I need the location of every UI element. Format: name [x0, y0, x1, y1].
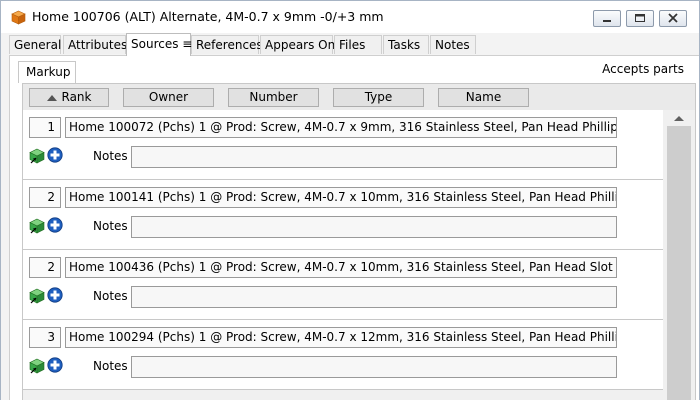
- column-header-rank[interactable]: Rank: [29, 88, 109, 107]
- vertical-scrollbar[interactable]: [663, 110, 695, 400]
- accepts-parts-label: Accepts parts: [602, 62, 684, 76]
- rank-field[interactable]: 1: [29, 117, 61, 138]
- green-cube-icon[interactable]: [29, 218, 45, 234]
- maximize-button[interactable]: [626, 10, 654, 27]
- minimize-button[interactable]: [593, 10, 621, 27]
- column-header-owner[interactable]: Owner: [123, 88, 214, 107]
- scrollbar-thumb[interactable]: [667, 126, 691, 400]
- notes-field[interactable]: [131, 286, 617, 308]
- notes-label: Notes: [93, 149, 128, 163]
- source-description[interactable]: Home 100072 (Pchs) 1 @ Prod: Screw, 4M-0…: [65, 117, 617, 138]
- source-row: 3 Home 100294 (Pchs) 1 @ Prod: Screw, 4M…: [23, 320, 663, 390]
- tab-appears-on[interactable]: Appears On: [260, 35, 335, 54]
- tab-attributes[interactable]: Attributes: [63, 35, 127, 54]
- maximize-icon: [635, 14, 645, 22]
- source-description[interactable]: Home 100436 (Pchs) 1 @ Prod: Screw, 4M-0…: [65, 257, 617, 278]
- blue-plus-circle-icon[interactable]: [47, 217, 63, 233]
- column-header-label: Rank: [61, 90, 92, 104]
- source-description[interactable]: Home 100141 (Pchs) 1 @ Prod: Screw, 4M-0…: [65, 187, 617, 208]
- source-rows: 1 Home 100072 (Pchs) 1 @ Prod: Screw, 4M…: [23, 110, 663, 400]
- green-cube-icon[interactable]: [29, 288, 45, 304]
- sources-panel: Markup Accepts parts Rank Owner Number T…: [9, 55, 699, 400]
- green-cube-icon[interactable]: [29, 358, 45, 374]
- notes-field[interactable]: [131, 146, 617, 168]
- notes-field[interactable]: [131, 216, 617, 238]
- notes-label: Notes: [93, 219, 128, 233]
- close-button[interactable]: [659, 10, 687, 27]
- source-window: Home 100706 (ALT) Alternate, 4M-0.7 x 9m…: [0, 0, 700, 400]
- tab-references[interactable]: References: [191, 35, 263, 54]
- tab-notes[interactable]: Notes: [430, 35, 476, 54]
- orange-cube-icon: [11, 10, 26, 25]
- notes-label: Notes: [93, 289, 128, 303]
- rank-field[interactable]: 2: [29, 257, 61, 278]
- scroll-up-icon[interactable]: [673, 114, 685, 122]
- rank-field[interactable]: 3: [29, 327, 61, 348]
- sources-list: Rank Owner Number Type Name 1 Home 10007…: [22, 83, 696, 400]
- green-cube-icon[interactable]: [29, 148, 45, 164]
- source-row: 2 Home 100436 (Pchs) 1 @ Prod: Screw, 4M…: [23, 250, 663, 320]
- close-icon: [668, 13, 678, 23]
- title-bar: Home 100706 (ALT) Alternate, 4M-0.7 x 9m…: [1, 1, 699, 33]
- column-header-number[interactable]: Number: [228, 88, 319, 107]
- column-header-name[interactable]: Name: [438, 88, 529, 107]
- sort-ascending-icon: [46, 95, 57, 101]
- tab-tasks[interactable]: Tasks: [383, 35, 429, 54]
- notes-label: Notes: [93, 359, 128, 373]
- tab-files[interactable]: Files: [334, 35, 382, 54]
- notes-field[interactable]: [131, 356, 617, 378]
- source-row: 2 Home 100141 (Pchs) 1 @ Prod: Screw, 4M…: [23, 180, 663, 250]
- window-title: Home 100706 (ALT) Alternate, 4M-0.7 x 9m…: [32, 9, 384, 24]
- tab-markup[interactable]: Markup: [18, 61, 76, 83]
- blue-plus-circle-icon[interactable]: [47, 357, 63, 373]
- tab-sources[interactable]: Sources ≡: [126, 33, 192, 56]
- column-header-type[interactable]: Type: [333, 88, 424, 107]
- tab-general[interactable]: General: [9, 35, 61, 54]
- blue-plus-circle-icon[interactable]: [47, 287, 63, 303]
- list-empty-area: [23, 390, 663, 400]
- column-header-bar: Rank Owner Number Type Name: [23, 84, 695, 110]
- tab-strip: General Attributes Sources ≡ References …: [1, 33, 699, 56]
- source-row: 1 Home 100072 (Pchs) 1 @ Prod: Screw, 4M…: [23, 110, 663, 180]
- rank-field[interactable]: 2: [29, 187, 61, 208]
- blue-plus-circle-icon[interactable]: [47, 147, 63, 163]
- source-description[interactable]: Home 100294 (Pchs) 1 @ Prod: Screw, 4M-0…: [65, 327, 617, 348]
- minimize-icon: [603, 20, 611, 22]
